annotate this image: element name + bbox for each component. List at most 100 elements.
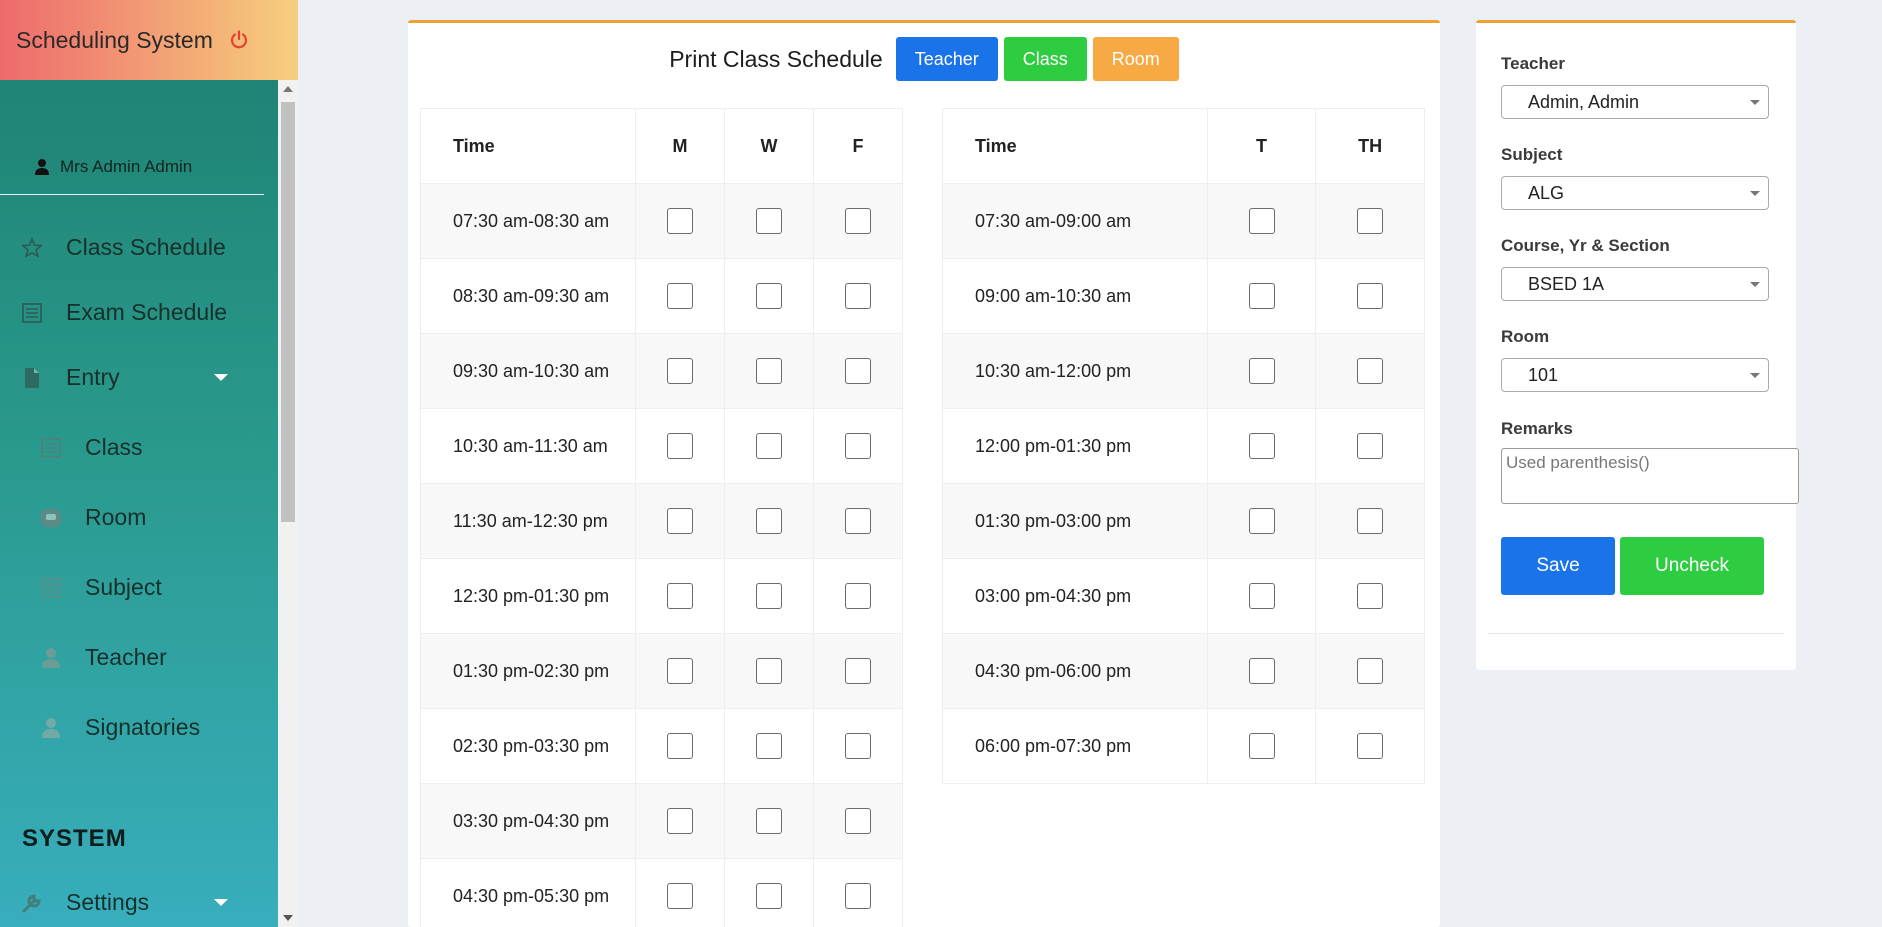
- schedule-checkbox[interactable]: [845, 358, 871, 384]
- scroll-up-arrow[interactable]: [283, 86, 293, 92]
- schedule-checkbox[interactable]: [1357, 283, 1384, 309]
- user-name: Mrs Admin Admin: [60, 157, 193, 176]
- schedule-checkbox[interactable]: [1248, 358, 1275, 384]
- schedule-checkbox[interactable]: [667, 658, 693, 684]
- schedule-checkbox[interactable]: [1357, 358, 1384, 384]
- class-button[interactable]: Class: [1003, 37, 1087, 81]
- column-header: T: [1206, 108, 1317, 184]
- sidebar-item-room[interactable]: Room: [0, 504, 278, 531]
- schedule-checkbox[interactable]: [756, 433, 782, 459]
- schedule-checkbox[interactable]: [667, 358, 693, 384]
- save-button[interactable]: Save: [1501, 537, 1615, 595]
- time-slot-cell: 03:30 pm-04:30 pm: [420, 783, 636, 859]
- power-icon[interactable]: [229, 30, 249, 50]
- day-cell: [1315, 258, 1425, 334]
- schedule-checkbox[interactable]: [667, 208, 693, 234]
- schedule-checkbox[interactable]: [1357, 508, 1384, 534]
- sidebar-item-subject[interactable]: Subject: [0, 574, 278, 601]
- schedule-checkbox[interactable]: [1357, 433, 1384, 459]
- teacher-select[interactable]: Admin, Admin: [1501, 85, 1769, 119]
- sidebar-item-label: Teacher: [85, 644, 167, 670]
- chevron-down-icon[interactable]: [214, 899, 228, 906]
- schedule-checkbox[interactable]: [1248, 733, 1275, 759]
- day-cell: [1315, 333, 1425, 409]
- user-profile[interactable]: Mrs Admin Admin: [0, 140, 264, 195]
- schedule-checkbox[interactable]: [1248, 283, 1275, 309]
- schedule-checkbox[interactable]: [667, 808, 693, 834]
- schedule-checkbox[interactable]: [1357, 733, 1384, 759]
- schedule-checkbox[interactable]: [845, 658, 871, 684]
- time-slot-cell: 07:30 am-09:00 am: [942, 183, 1208, 259]
- schedule-checkbox[interactable]: [667, 883, 693, 909]
- teacher-selected-value: Admin, Admin: [1528, 91, 1640, 112]
- schedule-checkbox[interactable]: [845, 583, 871, 609]
- uncheck-button[interactable]: Uncheck: [1620, 537, 1764, 595]
- schedule-checkbox[interactable]: [1357, 208, 1384, 234]
- sidebar-item-entry[interactable]: Entry: [0, 364, 278, 391]
- day-cell: [1315, 633, 1425, 709]
- schedule-checkbox[interactable]: [667, 283, 693, 309]
- chevron-down-icon[interactable]: [214, 374, 228, 381]
- schedule-checkbox[interactable]: [756, 883, 782, 909]
- schedule-checkbox[interactable]: [756, 508, 782, 534]
- schedule-checkbox[interactable]: [1248, 208, 1275, 234]
- chevron-down-icon: [1750, 373, 1760, 378]
- schedule-checkbox[interactable]: [756, 808, 782, 834]
- scroll-down-arrow[interactable]: [283, 915, 293, 921]
- schedule-checkbox[interactable]: [756, 358, 782, 384]
- schedule-checkbox[interactable]: [845, 883, 871, 909]
- day-cell: [1315, 183, 1425, 259]
- user-icon: [39, 716, 63, 740]
- table-row: 07:30 am-08:30 am: [420, 183, 903, 259]
- sidebar-item-class[interactable]: Class: [0, 434, 278, 461]
- day-cell: [635, 858, 725, 927]
- schedule-checkbox[interactable]: [756, 733, 782, 759]
- schedule-checkbox[interactable]: [1357, 583, 1384, 609]
- wrench-icon: [20, 891, 44, 915]
- schedule-checkbox[interactable]: [756, 208, 782, 234]
- divider: [1488, 633, 1784, 634]
- subject-select[interactable]: ALG: [1501, 176, 1769, 210]
- day-cell: [635, 333, 725, 409]
- course-select[interactable]: BSED 1A: [1501, 267, 1769, 301]
- schedule-checkbox[interactable]: [845, 433, 871, 459]
- table-row: 07:30 am-09:00 am: [942, 183, 1425, 259]
- schedule-checkbox[interactable]: [845, 208, 871, 234]
- room-select[interactable]: 101: [1501, 358, 1769, 392]
- schedule-checkbox[interactable]: [667, 583, 693, 609]
- sidebar-scrollbar[interactable]: [278, 80, 298, 927]
- schedule-checkbox[interactable]: [845, 733, 871, 759]
- schedule-checkbox[interactable]: [845, 808, 871, 834]
- schedule-checkbox[interactable]: [756, 283, 782, 309]
- schedule-checkbox[interactable]: [756, 658, 782, 684]
- schedule-checkbox[interactable]: [1248, 658, 1275, 684]
- room-button[interactable]: Room: [1092, 37, 1179, 81]
- teacher-button[interactable]: Teacher: [895, 37, 998, 81]
- schedule-checkbox[interactable]: [1248, 433, 1275, 459]
- schedule-checkbox[interactable]: [756, 583, 782, 609]
- schedule-checkbox[interactable]: [667, 733, 693, 759]
- sidebar-item-teacher[interactable]: Teacher: [0, 644, 278, 671]
- chevron-down-icon: [1750, 191, 1760, 196]
- schedule-checkbox[interactable]: [667, 433, 693, 459]
- time-slot-cell: 10:30 am-12:00 pm: [942, 333, 1208, 409]
- remarks-textarea[interactable]: [1501, 448, 1799, 504]
- sidebar-item-signatories[interactable]: Signatories: [0, 714, 278, 741]
- tth-schedule-table: Time T TH 07:30 am-09:00 am 09:00 am-10:3…: [942, 108, 1425, 784]
- day-cell: [724, 858, 814, 927]
- scroll-thumb[interactable]: [281, 102, 295, 522]
- sidebar-item-exam-schedule[interactable]: Exam Schedule: [0, 299, 278, 326]
- schedule-checkbox[interactable]: [1357, 658, 1384, 684]
- day-cell: [1206, 183, 1317, 259]
- schedule-checkbox[interactable]: [1248, 508, 1275, 534]
- day-cell: [813, 633, 903, 709]
- schedule-checkbox[interactable]: [1248, 583, 1275, 609]
- time-slot-cell: 06:00 pm-07:30 pm: [942, 708, 1208, 784]
- schedule-checkbox[interactable]: [845, 283, 871, 309]
- table-row: 03:30 pm-04:30 pm: [420, 783, 903, 859]
- schedule-checkbox[interactable]: [845, 508, 871, 534]
- schedule-checkbox[interactable]: [667, 508, 693, 534]
- sidebar-item-label: Exam Schedule: [66, 299, 228, 325]
- sidebar-item-class-schedule[interactable]: Class Schedule: [0, 234, 278, 261]
- sidebar-item-settings[interactable]: Settings: [0, 889, 278, 916]
